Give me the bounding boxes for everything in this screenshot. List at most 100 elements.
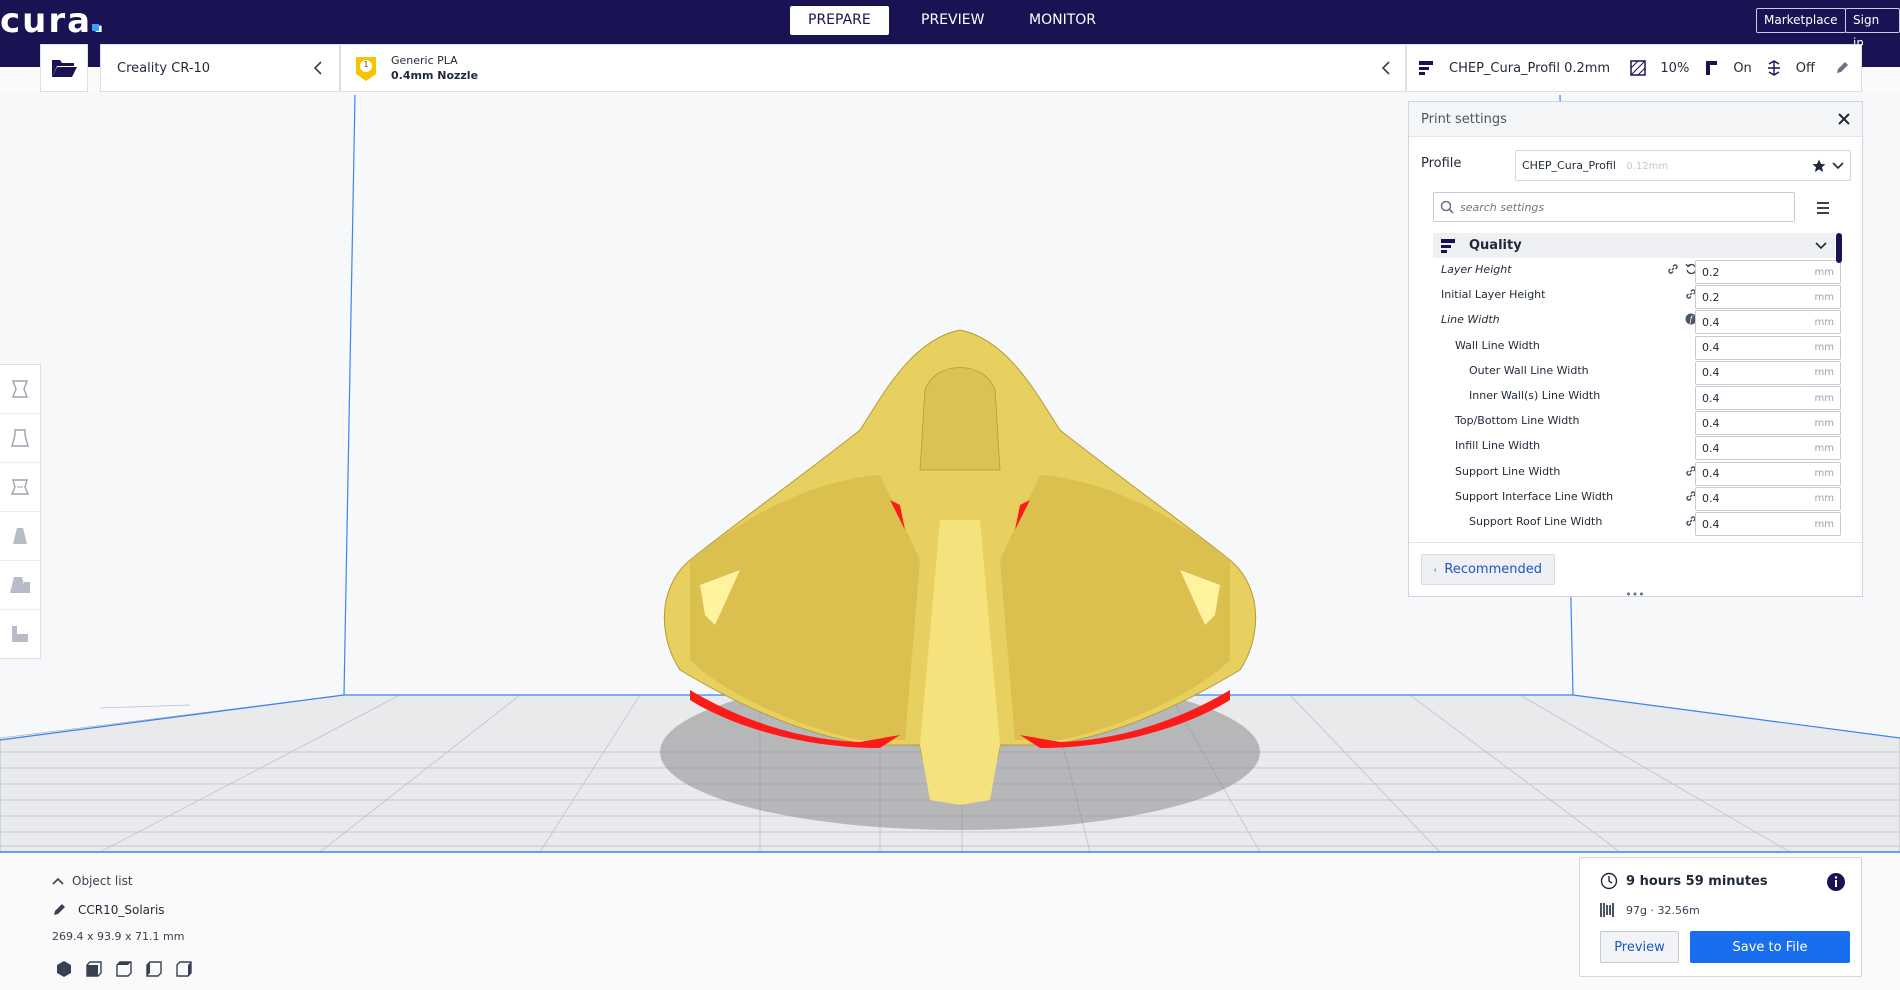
setting-label: Support Roof Line Width xyxy=(1469,515,1603,528)
support-icon xyxy=(1706,61,1718,75)
view-top-button[interactable] xyxy=(112,958,136,980)
view-3d-button[interactable] xyxy=(52,958,76,980)
extruder-badge: 1 xyxy=(355,56,377,81)
setting-value: 0.4 xyxy=(1702,315,1720,329)
sign-in-button[interactable]: Sign in xyxy=(1845,8,1900,50)
infill-value: 10% xyxy=(1660,60,1690,76)
output-panel: 9 hours 59 minutes 97g · 32.56m Preview … xyxy=(1579,857,1862,977)
panel-resize-handle[interactable]: ••• xyxy=(1625,589,1645,600)
setting-label: Line Width xyxy=(1441,313,1500,327)
search-settings-box[interactable] xyxy=(1433,192,1795,222)
profile-label: Profile xyxy=(1421,156,1462,171)
settings-scrollbar[interactable] xyxy=(1836,233,1842,263)
per-model-settings-tool[interactable] xyxy=(0,561,40,610)
setting-row: Infill Line Width 0.4 mm xyxy=(1433,435,1841,461)
setting-value-field[interactable]: 0.4 mm xyxy=(1695,461,1841,486)
setting-icons xyxy=(1647,439,1697,455)
setting-value-field[interactable]: 0.4 mm xyxy=(1695,310,1841,335)
setting-unit: mm xyxy=(1814,468,1834,480)
material-name: Generic PLA xyxy=(391,54,458,67)
setting-unit: mm xyxy=(1814,417,1834,429)
open-file-button[interactable] xyxy=(40,44,88,92)
nozzle-size: 0.4mm Nozzle xyxy=(391,69,479,82)
svg-text:cura.: cura. xyxy=(0,2,107,38)
close-icon[interactable] xyxy=(1838,113,1850,125)
marketplace-button[interactable]: Marketplace xyxy=(1756,8,1846,33)
setting-value-field[interactable]: 0.4 mm xyxy=(1695,360,1841,385)
setting-value-field[interactable]: 0.4 mm xyxy=(1695,411,1841,436)
mirror-tool[interactable] xyxy=(0,512,40,561)
support-blocker-tool[interactable] xyxy=(0,610,40,658)
settings-menu-icon[interactable] xyxy=(1813,198,1833,218)
setting-value: 0.2 xyxy=(1702,265,1720,279)
rotate-tool[interactable] xyxy=(0,463,40,512)
print-setup-bar[interactable]: CHEP_Cura_Profil 0.2mm 10% On Off xyxy=(1406,44,1862,92)
chevron-left-icon xyxy=(1434,567,1437,572)
view-right-button[interactable] xyxy=(172,958,196,980)
material-usage-row: 97g · 32.56m xyxy=(1600,902,1700,918)
setting-unit: mm xyxy=(1814,291,1834,303)
setting-value: 0.4 xyxy=(1702,341,1720,355)
setting-icons xyxy=(1647,364,1697,380)
link-icon[interactable] xyxy=(1667,263,1679,279)
save-to-file-button[interactable]: Save to File xyxy=(1690,931,1850,963)
setting-value-field[interactable]: 0.4 mm xyxy=(1695,486,1841,511)
move-tool[interactable] xyxy=(0,365,40,414)
panel-title: Print settings xyxy=(1421,111,1507,127)
star-icon xyxy=(1812,159,1826,172)
printer-name: Creality CR-10 xyxy=(117,60,211,76)
recommended-label: Recommended xyxy=(1444,562,1542,577)
setting-value: 0.4 xyxy=(1702,416,1720,430)
view-3d-icon xyxy=(57,961,71,977)
tab-prepare[interactable]: PREPARE xyxy=(790,6,889,35)
setting-unit: mm xyxy=(1814,493,1834,505)
app-header: cura. PREPARE PREVIEW MONITOR Marketplac… xyxy=(0,0,1900,50)
chevron-down-icon xyxy=(1832,161,1844,169)
infill-icon xyxy=(1630,60,1647,76)
object-name-row[interactable]: CCR10_Solaris xyxy=(52,903,165,917)
setting-unit: mm xyxy=(1814,392,1834,404)
setting-value-field[interactable]: 0.4 mm xyxy=(1695,335,1841,360)
info-icon[interactable] xyxy=(1826,872,1846,892)
support-value: On xyxy=(1733,60,1752,76)
setting-value-field[interactable]: 0.4 mm xyxy=(1695,386,1841,410)
profile-dropdown[interactable]: CHEP_Cura_Profil 0.12mm xyxy=(1515,150,1851,181)
setting-unit: mm xyxy=(1814,367,1834,379)
per-model-settings-icon xyxy=(10,577,30,593)
chevron-up-icon xyxy=(52,877,64,885)
setting-label: Support Interface Line Width xyxy=(1455,489,1614,503)
view-front-button[interactable] xyxy=(82,958,106,980)
category-quality[interactable]: Quality xyxy=(1433,233,1835,258)
panel-header: Print settings xyxy=(1409,102,1862,137)
printer-selector[interactable]: Creality CR-10 xyxy=(100,44,340,92)
left-toolbar xyxy=(0,364,41,659)
setting-value: 0.4 xyxy=(1702,467,1720,481)
quality-icon xyxy=(1441,238,1455,253)
scale-icon xyxy=(11,429,29,447)
support-blocker-icon xyxy=(12,626,28,642)
setting-value: 0.4 xyxy=(1702,391,1720,405)
recommended-button[interactable]: Recommended xyxy=(1421,554,1555,585)
tab-monitor[interactable]: MONITOR xyxy=(1011,6,1114,35)
settings-list: Quality Layer Height 0.2 mm Initial Layer H… xyxy=(1433,233,1851,538)
setting-unit: mm xyxy=(1814,342,1834,354)
setting-icons xyxy=(1647,490,1697,506)
adhesion-value: Off xyxy=(1795,60,1815,76)
profile-layer-height: 0.12mm xyxy=(1626,161,1669,172)
tab-preview[interactable]: PREVIEW xyxy=(903,6,1002,35)
preview-button[interactable]: Preview xyxy=(1600,931,1679,963)
view-left-button[interactable] xyxy=(142,958,166,980)
object-list-toggle[interactable]: Object list xyxy=(52,874,133,888)
setting-value-field[interactable]: 0.4 mm xyxy=(1695,512,1841,536)
setting-row: Support Line Width 0.4 mm xyxy=(1433,461,1841,486)
setting-value-field[interactable]: 0.2 mm xyxy=(1695,260,1841,284)
setting-value: 0.4 xyxy=(1702,366,1720,380)
chevron-down-icon xyxy=(1815,241,1827,249)
view-top-icon xyxy=(116,961,132,977)
setting-value: 0.2 xyxy=(1702,290,1720,304)
search-settings-input[interactable] xyxy=(1458,199,1782,215)
setting-value-field[interactable]: 0.4 mm xyxy=(1695,436,1841,461)
scale-tool[interactable] xyxy=(0,414,40,463)
setting-value-field[interactable]: 0.2 mm xyxy=(1695,285,1841,310)
material-selector[interactable]: 1 Generic PLA 0.4mm Nozzle xyxy=(340,44,1406,92)
